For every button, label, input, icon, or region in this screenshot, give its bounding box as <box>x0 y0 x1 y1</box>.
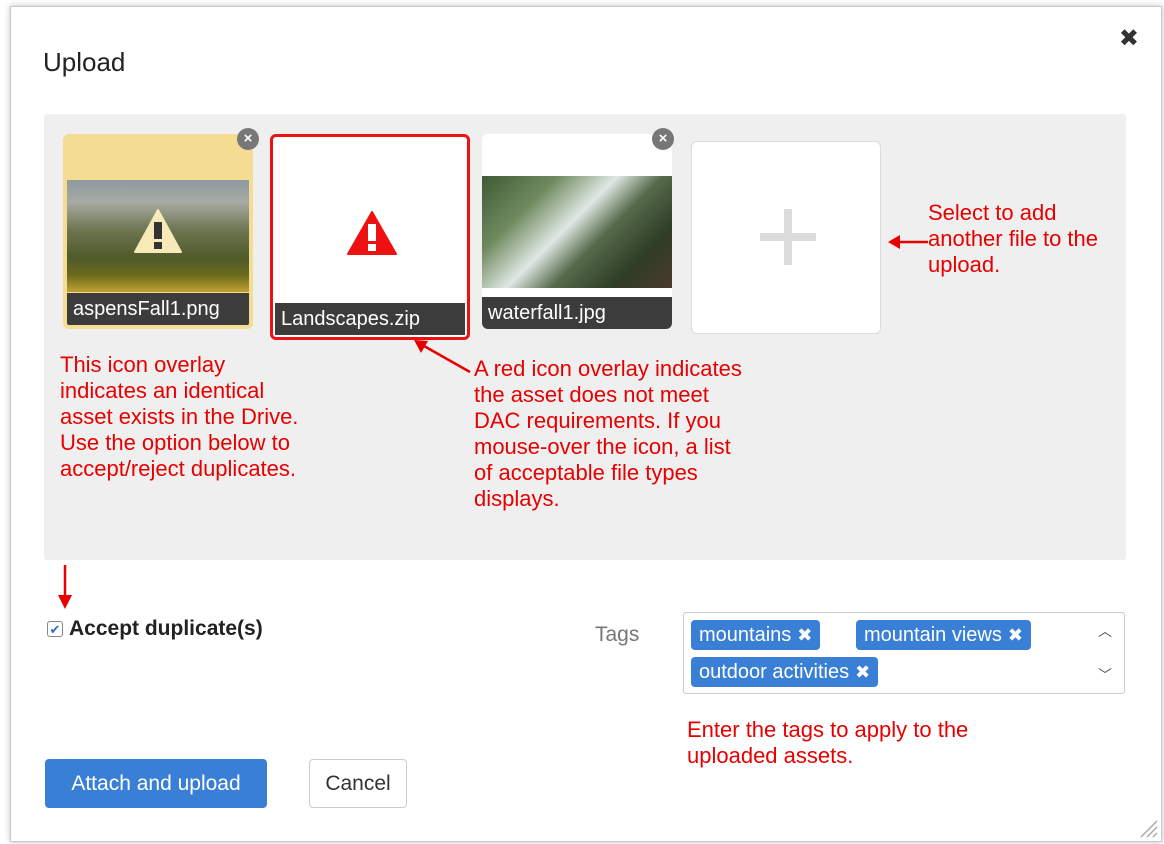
attach-and-upload-button[interactable]: Attach and upload <box>45 759 267 808</box>
annotation-arrow <box>58 565 72 609</box>
file-name: waterfall1.jpg <box>482 297 672 329</box>
tag-chip-mountains[interactable]: mountains ✖ <box>691 620 821 650</box>
tag-chip-outdoor-activities[interactable]: outdoor activities ✖ <box>691 657 879 687</box>
file-tile-landscapes[interactable]: Landscapes.zip <box>270 134 470 340</box>
scroll-up-icon[interactable]: ︿ <box>1098 621 1112 641</box>
file-tile-waterfall1[interactable]: waterfall1.jpg <box>482 134 672 329</box>
tags-input[interactable]: mountains ✖ mountain views ✖ outdoor activ… <box>683 612 1125 694</box>
close-icon[interactable]: ✖ <box>1119 27 1139 51</box>
tag-label: outdoor activities <box>699 661 850 683</box>
annotation-error: A red icon overlay indicates the asset d… <box>474 356 742 511</box>
annotation-arrow <box>414 340 471 374</box>
tag-label: mountains <box>699 624 792 646</box>
accept-duplicates-checkbox[interactable]: ✔ <box>47 621 63 637</box>
scroll-down-icon[interactable]: ﹀ <box>1098 665 1112 685</box>
upload-drop-area: aspensFall1.png × Landscapes.zip waterfa… <box>44 114 1126 560</box>
file-thumbnail <box>482 176 672 288</box>
resize-handle-icon[interactable] <box>1137 817 1159 839</box>
tag-label: mountain views <box>864 624 1002 646</box>
annotation-add: Select to add another file to the upload… <box>928 200 1099 277</box>
remove-file-icon[interactable]: × <box>652 128 674 150</box>
remove-tag-icon[interactable]: ✖ <box>855 662 870 682</box>
remove-tag-icon[interactable]: ✖ <box>1008 625 1023 645</box>
tags-label: Tags <box>595 623 640 646</box>
accept-duplicates-row[interactable]: ✔ Accept duplicate(s) <box>47 617 263 641</box>
add-file-tile[interactable] <box>691 141 881 334</box>
warning-triangle-icon[interactable] <box>133 208 183 254</box>
file-tile-aspensfall1[interactable]: aspensFall1.png <box>63 134 253 329</box>
file-name: aspensFall1.png <box>67 293 249 325</box>
remove-file-icon[interactable]: × <box>237 128 259 150</box>
annotation-tags: Enter the tags to apply to the uploaded … <box>687 717 969 768</box>
dialog-title: Upload <box>43 47 126 77</box>
annotation-arrow <box>888 235 928 249</box>
accept-duplicates-label: Accept duplicate(s) <box>69 617 263 640</box>
warning-triangle-icon[interactable] <box>346 210 398 256</box>
remove-tag-icon[interactable]: ✖ <box>797 625 812 645</box>
tag-chip-mountain-views[interactable]: mountain views ✖ <box>856 620 1031 650</box>
file-name: Landscapes.zip <box>275 303 465 335</box>
annotation-duplicate: This icon overlay indicates an identical… <box>60 352 299 481</box>
upload-dialog: Upload ✖ aspensFall1.png × Landscapes.zi… <box>10 6 1162 842</box>
cancel-button[interactable]: Cancel <box>309 759 407 808</box>
